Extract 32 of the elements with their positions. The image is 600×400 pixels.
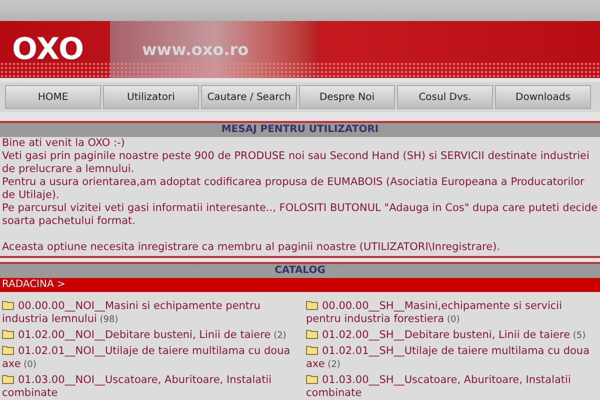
- folder-icon: [306, 374, 318, 384]
- breadcrumb-bar: RADACINA >: [0, 278, 600, 292]
- message-text: Pe parcursul vizitei veti gasi informatii interesante.., FOLOSITI BUTONUL "Adauga in Cos" dupa care puteti decide soarta pachetului format.: [2, 202, 598, 228]
- category-link[interactable]: 01.02.01__NOI__Utilaje de taiere multilama cu doua axe (0): [2, 345, 294, 372]
- site-url: www.oxo.ro: [142, 38, 249, 61]
- folder-icon: [2, 329, 14, 339]
- folder-icon: [306, 300, 318, 310]
- folder-icon: [2, 300, 14, 310]
- panel-title: CATALOG: [0, 264, 600, 278]
- category-link[interactable]: 00.00.00__NOI__Masini si echipamente pentru industria lemnului (98): [2, 300, 294, 327]
- nav-button[interactable]: Utilizatori: [103, 85, 199, 110]
- nav-button[interactable]: Cosul Dvs.: [397, 85, 493, 110]
- nav-button[interactable]: Cautare / Search: [201, 85, 297, 110]
- nav-button[interactable]: Downloads: [495, 85, 591, 110]
- message-text: Pentru a usura orientarea,am adoptat codificarea propusa de EUMABOIS (Asociatia Europeana a Producatorilor de Utilaje).: [2, 176, 586, 202]
- folder-icon: [306, 345, 318, 355]
- message-text: Aceasta optiune necesita inregistrare ca membru al paginii noastre (UTILIZATORI\Inregistrare).: [2, 241, 502, 254]
- nav-button[interactable]: Despre Noi: [299, 85, 395, 110]
- folder-icon: [2, 345, 14, 355]
- category-link[interactable]: 01.02.00__SH__Debitare busteni, Linii de taiere (5): [306, 329, 598, 343]
- nav-button[interactable]: HOME: [5, 85, 101, 110]
- folder-icon: [306, 329, 318, 339]
- site-logo: OXO: [11, 30, 85, 69]
- message-text: Bine ati venit la OXO :-): [2, 137, 126, 150]
- category-link[interactable]: 01.03.00__SH__Uscatoare, Aburitoare, Instalatii combinate: [306, 374, 598, 400]
- panel-title: MESAJ PENTRU UTILIZATORI: [0, 123, 600, 138]
- category-link[interactable]: 01.02.00__NOI__Debitare busteni, Linii de taiere (2): [2, 329, 294, 343]
- category-link[interactable]: 01.03.00__NOI__Uscatoare, Aburitoare, Instalatii combinate: [2, 374, 294, 400]
- folder-icon: [2, 374, 14, 384]
- message-text: Veti gasi prin paginile noastre peste 900 de PRODUSE noi sau Second Hand (SH) si SERVICII destinate industriei de prelucrare a lemnului.: [2, 150, 590, 176]
- category-link[interactable]: 00.00.00__SH__Masini,echipamente si servicii pentru industria forestiera (0): [306, 300, 598, 327]
- category-link[interactable]: 01.02.01__SH__Utilaje de taiere multilama cu doua axe (2): [306, 345, 598, 372]
